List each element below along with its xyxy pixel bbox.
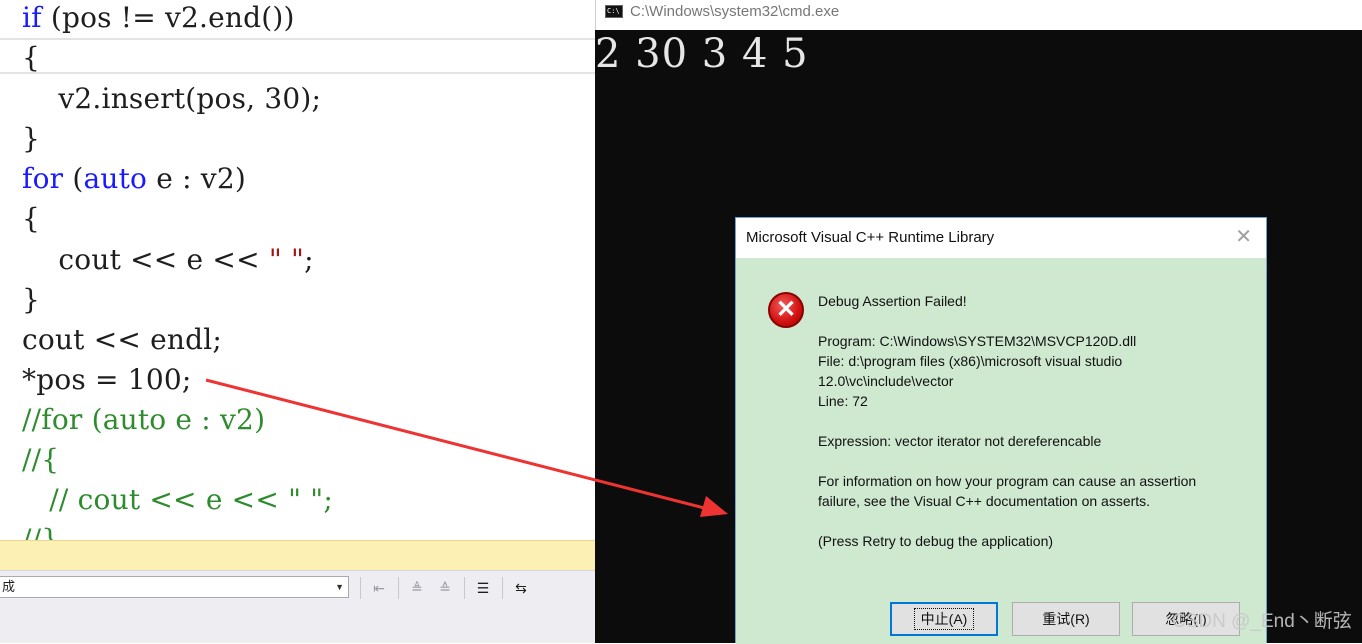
output-source-select[interactable]: 成 ▼	[0, 576, 349, 598]
output-toolbar: 成 ▼ ⇤ ≜ ≙ ☰ ⇆	[0, 570, 595, 605]
code-token: }	[22, 283, 41, 316]
code-token: for	[22, 162, 64, 195]
clear-all-icon[interactable]: ☰	[472, 577, 494, 599]
abort-button[interactable]: 中止(A)	[890, 602, 998, 636]
dialog-line-number: Line: 72	[818, 393, 868, 409]
dialog-heading: Debug Assertion Failed!	[818, 293, 967, 309]
dialog-info-line1: For information on how your program can …	[818, 473, 1197, 489]
console-icon: C:\	[605, 5, 623, 18]
console-output: 2 30 3 4 5	[595, 31, 809, 77]
error-icon: ✕	[768, 292, 804, 328]
code-line: if (pos != v2.end())	[22, 0, 295, 38]
code-token: *pos = 100;	[22, 363, 192, 396]
code-token: e : v2)	[147, 162, 246, 195]
code-line: }	[22, 280, 40, 320]
code-token: " "	[268, 243, 305, 276]
code-token: //}	[22, 523, 60, 540]
code-line: for (auto e : v2)	[22, 159, 246, 199]
dialog-title: Microsoft Visual C++ Runtime Library	[746, 229, 995, 246]
code-token: if	[22, 1, 42, 34]
current-line-highlight	[0, 38, 595, 74]
code-token: (pos != v2.end())	[41, 1, 295, 34]
output-source-value: 成	[2, 579, 16, 594]
code-line: }	[22, 119, 40, 159]
close-icon[interactable]: ✕	[1235, 226, 1252, 248]
dialog-press-retry: (Press Retry to debug the application)	[818, 533, 1054, 549]
dialog-expression: Expression: vector iterator not derefere…	[818, 433, 1102, 449]
code-token: {	[22, 202, 41, 235]
dialog-program: Program: C:\Windows\SYSTEM32\MSVCP120D.d…	[818, 333, 1137, 349]
assertion-dialog: Microsoft Visual C++ Runtime Library ✕ ✕…	[735, 217, 1267, 644]
chevron-down-icon[interactable]: ▼	[335, 577, 344, 597]
dialog-file-line2: 12.0\vc\include\vector	[818, 373, 954, 389]
dialog-info-line2: failure, see the Visual C++ documentatio…	[818, 493, 1151, 509]
console-titlebar[interactable]: C:\ C:\Windows\system32\cmd.exe	[595, 0, 1362, 30]
code-line: cout << endl;	[22, 320, 222, 360]
code-token: {	[22, 41, 41, 74]
console-title: C:\Windows\system32\cmd.exe	[630, 3, 840, 20]
output-pane	[0, 604, 595, 643]
find-message-icon[interactable]: ⇤	[368, 577, 390, 599]
code-line: //{	[22, 440, 59, 480]
code-token: v2.insert(pos, 30);	[22, 82, 322, 115]
retry-button[interactable]: 重试(R)	[1012, 602, 1120, 636]
code-line: *pos = 100;	[22, 360, 192, 400]
code-line: // cout << e << " ";	[22, 480, 333, 520]
code-line: //}	[22, 520, 59, 540]
code-token: // cout << e << " ";	[22, 483, 334, 516]
word-wrap-icon[interactable]: ⇆	[510, 577, 532, 599]
retry-button-label: 重试(R)	[1042, 611, 1090, 627]
toolbar-separator	[360, 577, 361, 599]
code-token: ;	[304, 243, 314, 276]
code-editor-panel: if (pos != v2.end()){ v2.insert(pos, 30)…	[0, 0, 595, 643]
code-line: {	[22, 38, 40, 78]
code-token: //for (auto e : v2)	[22, 403, 266, 436]
watermark: CSDN @_End丶断弦	[1172, 611, 1352, 632]
code-line: v2.insert(pos, 30);	[22, 79, 321, 119]
code-token: auto	[83, 162, 148, 195]
editor-info-bar	[0, 540, 595, 571]
code-line: cout << e << " ";	[22, 240, 314, 280]
toolbar-separator	[464, 577, 465, 599]
dialog-titlebar[interactable]: Microsoft Visual C++ Runtime Library ✕	[736, 218, 1266, 258]
previous-message-icon[interactable]: ≜	[406, 577, 428, 599]
code-token: //{	[22, 443, 60, 476]
code-token: cout << e <<	[22, 243, 269, 276]
code-token: (	[63, 162, 84, 195]
code-line: {	[22, 199, 40, 239]
code-area[interactable]: if (pos != v2.end()){ v2.insert(pos, 30)…	[0, 0, 595, 540]
toolbar-separator	[398, 577, 399, 599]
abort-button-label: 中止(A)	[913, 608, 975, 630]
dialog-file-line1: File: d:\program files (x86)\microsoft v…	[818, 353, 1123, 369]
code-token: cout << endl;	[22, 323, 223, 356]
toolbar-separator	[502, 577, 503, 599]
code-line: //for (auto e : v2)	[22, 400, 265, 440]
next-message-icon[interactable]: ≙	[434, 577, 456, 599]
code-token: }	[22, 122, 41, 155]
